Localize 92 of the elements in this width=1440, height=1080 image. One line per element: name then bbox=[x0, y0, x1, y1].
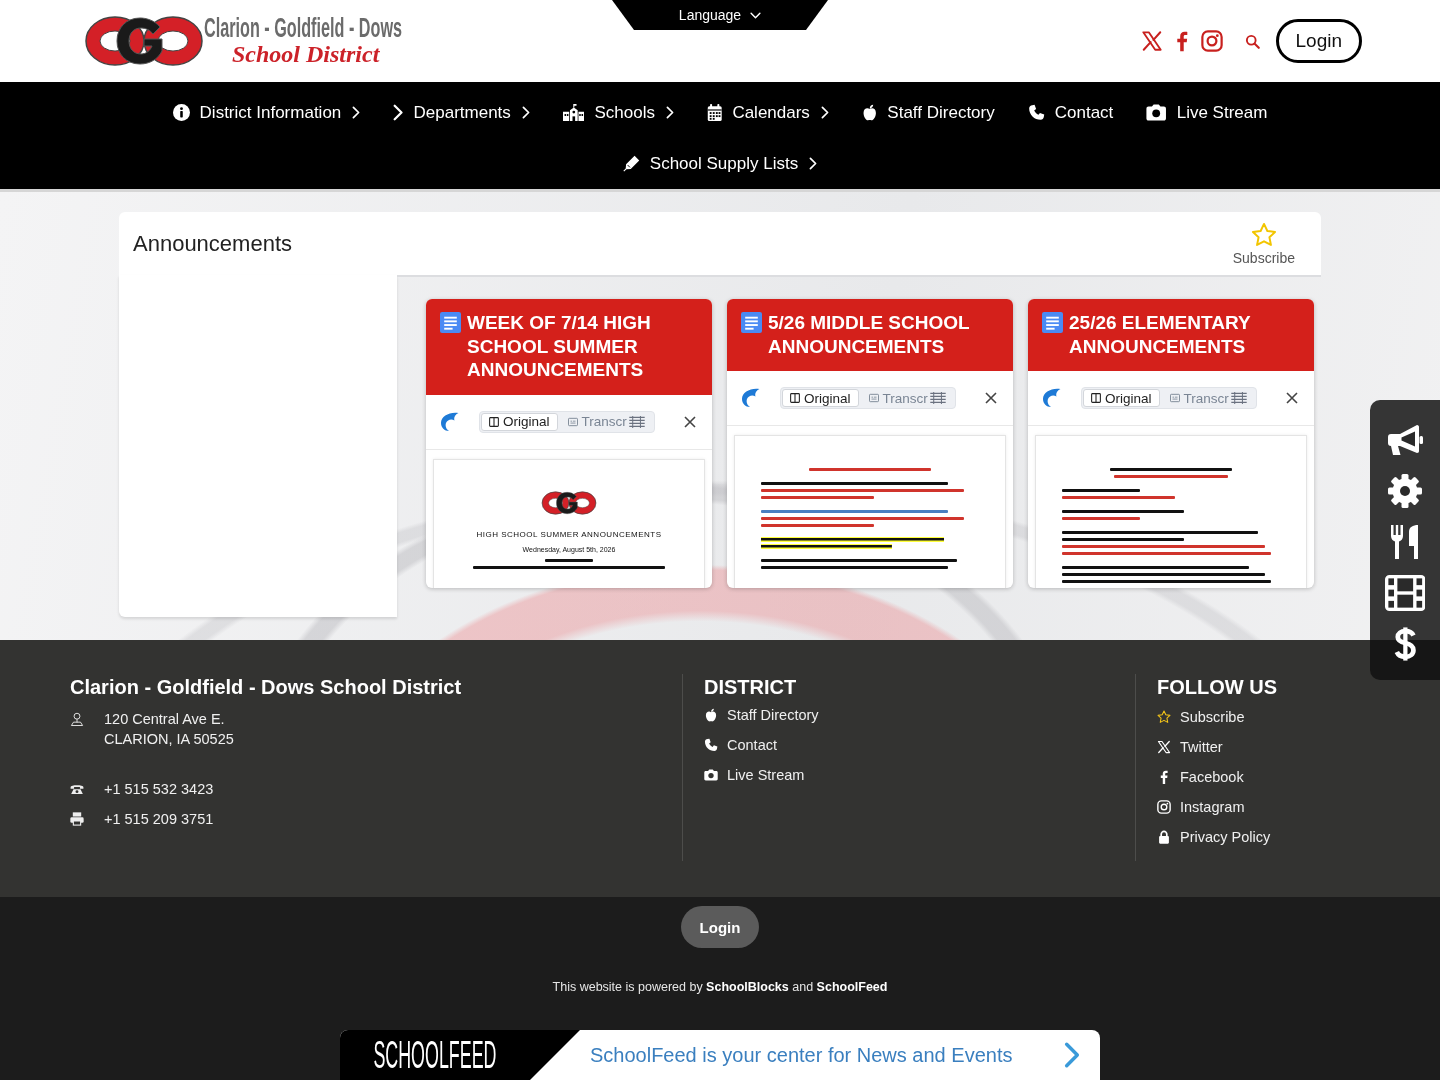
footer-link[interactable]: Live Stream bbox=[704, 765, 805, 785]
nav-link[interactable]: District Information bbox=[172, 87, 361, 138]
settings-icon[interactable] bbox=[1387, 473, 1423, 509]
card-title: 25/26 ELEMENTARY ANNOUNCEMENTS bbox=[1069, 311, 1252, 358]
logo-subtitle: School District bbox=[232, 41, 380, 67]
nav-link[interactable]: School Supply Lists bbox=[622, 138, 818, 189]
login-button[interactable]: Login bbox=[1275, 19, 1362, 63]
lock-icon bbox=[1157, 830, 1171, 844]
document-text: HIGH SCHOOL SUMMER ANNOUNCEMENTS bbox=[476, 529, 662, 540]
instagram-icon bbox=[1157, 800, 1171, 814]
nav-link[interactable]: Calendars bbox=[706, 87, 829, 138]
fork-knife-icon[interactable] bbox=[1390, 524, 1420, 560]
footer-heading: FOLLOW US bbox=[1157, 675, 1277, 700]
pen-icon bbox=[622, 155, 640, 172]
language-dropdown[interactable]: Language bbox=[612, 0, 828, 30]
contact-text: +1 515 209 3751 bbox=[104, 810, 214, 829]
logo-title: Clarion - Goldfield - Dows bbox=[204, 15, 402, 41]
footer-link[interactable]: Privacy Policy bbox=[1157, 827, 1271, 847]
contact-text: +1 515 532 3423 bbox=[104, 780, 214, 799]
card-title: WEEK OF 7/14 HIGH SCHOOL SUMMER ANNOUNCEMENTS bbox=[467, 311, 652, 382]
close-icon[interactable] bbox=[985, 392, 997, 404]
list-icon bbox=[929, 392, 946, 404]
banner-text: SchoolFeed is your center for News and Events bbox=[590, 1043, 1013, 1067]
footer-link[interactable]: Twitter bbox=[1157, 737, 1223, 757]
document-icon bbox=[440, 312, 461, 333]
camera-icon bbox=[704, 768, 718, 782]
list-icon bbox=[1230, 392, 1247, 404]
footer-heading: DISTRICT bbox=[704, 675, 797, 700]
view-option[interactable]: Original bbox=[481, 412, 558, 431]
star-icon bbox=[1250, 221, 1277, 248]
printer-icon bbox=[70, 812, 84, 826]
announcement-card[interactable]: 25/26 ELEMENTARY ANNOUNCEMENTS Original Transcr bbox=[1028, 299, 1314, 588]
rings-logo-icon[interactable] bbox=[84, 13, 204, 69]
nav-link[interactable]: Contact bbox=[1027, 87, 1114, 138]
info-icon bbox=[172, 104, 190, 121]
x-logo-icon[interactable] bbox=[1140, 30, 1163, 52]
schoolfeed-banner[interactable]: SCHOOLFEED SchoolFeed is your center for News and Events bbox=[340, 1030, 1100, 1080]
view-option[interactable]: Original bbox=[1083, 389, 1160, 407]
close-icon[interactable] bbox=[1286, 392, 1298, 404]
megaphone-icon[interactable] bbox=[1387, 422, 1423, 458]
telephone-icon bbox=[70, 782, 84, 796]
wave-icon bbox=[440, 411, 459, 432]
columns-icon bbox=[489, 416, 499, 427]
location-icon bbox=[70, 712, 84, 726]
nav-link[interactable]: Departments bbox=[393, 87, 530, 138]
chevron-down-icon bbox=[750, 11, 762, 19]
apple-icon bbox=[861, 104, 878, 121]
login-button[interactable]: Login bbox=[681, 906, 759, 948]
caption-icon bbox=[567, 416, 578, 427]
search-icon[interactable] bbox=[1244, 33, 1260, 49]
phone-icon bbox=[704, 738, 718, 752]
school-icon bbox=[562, 104, 585, 121]
section-title: Announcements bbox=[133, 230, 292, 257]
list-icon bbox=[628, 415, 645, 428]
rings-logo-icon bbox=[538, 489, 600, 516]
chevron-right-icon bbox=[393, 104, 404, 121]
announcement-card[interactable]: 5/26 MIDDLE SCHOOL ANNOUNCEMENTS Original Transcr bbox=[727, 299, 1013, 588]
view-option[interactable]: Original bbox=[782, 389, 859, 407]
chevron-right-icon bbox=[1064, 1041, 1080, 1069]
footer-link[interactable]: Staff Directory bbox=[704, 705, 819, 725]
nav-link[interactable]: Live Stream bbox=[1146, 87, 1268, 138]
dollar-icon[interactable] bbox=[1393, 626, 1417, 662]
footer-link[interactable]: Contact bbox=[704, 735, 777, 755]
film-icon[interactable] bbox=[1384, 575, 1426, 611]
subscribe-button[interactable]: Subscribe bbox=[1232, 221, 1295, 266]
columns-icon bbox=[790, 393, 800, 403]
columns-icon bbox=[1091, 393, 1101, 403]
footer-link[interactable]: Subscribe bbox=[1157, 707, 1245, 727]
schoolfeed-logo: SCHOOLFEED bbox=[373, 1035, 497, 1075]
x-logo-icon bbox=[1157, 740, 1171, 754]
facebook-icon[interactable] bbox=[1175, 30, 1188, 52]
caption-icon bbox=[868, 393, 879, 403]
calendar-icon bbox=[706, 104, 723, 121]
card-title: 5/26 MIDDLE SCHOOL ANNOUNCEMENTS bbox=[768, 311, 971, 358]
nav-link[interactable]: Schools bbox=[562, 87, 674, 138]
document-icon bbox=[741, 312, 762, 333]
instagram-icon[interactable] bbox=[1200, 30, 1223, 52]
contact-text: 120 Central Ave E. CLARION, IA 50525 bbox=[104, 710, 234, 749]
apple-icon bbox=[704, 708, 718, 722]
nav-link[interactable]: Staff Directory bbox=[861, 87, 995, 138]
camera-icon bbox=[1146, 104, 1167, 121]
footer-link[interactable]: Instagram bbox=[1157, 797, 1245, 817]
footer-link[interactable]: Facebook bbox=[1157, 767, 1244, 787]
wave-icon bbox=[741, 388, 760, 408]
footer-title: Clarion - Goldfield - Dows School District bbox=[70, 675, 462, 700]
document-icon bbox=[1042, 312, 1063, 333]
close-icon[interactable] bbox=[684, 415, 696, 428]
star-icon bbox=[1157, 710, 1171, 724]
wave-icon bbox=[1042, 388, 1061, 408]
phone-icon bbox=[1027, 104, 1045, 121]
powered-by-text: This website is powered by SchoolBlocks and SchoolFeed bbox=[552, 979, 888, 995]
caption-icon bbox=[1169, 393, 1180, 403]
